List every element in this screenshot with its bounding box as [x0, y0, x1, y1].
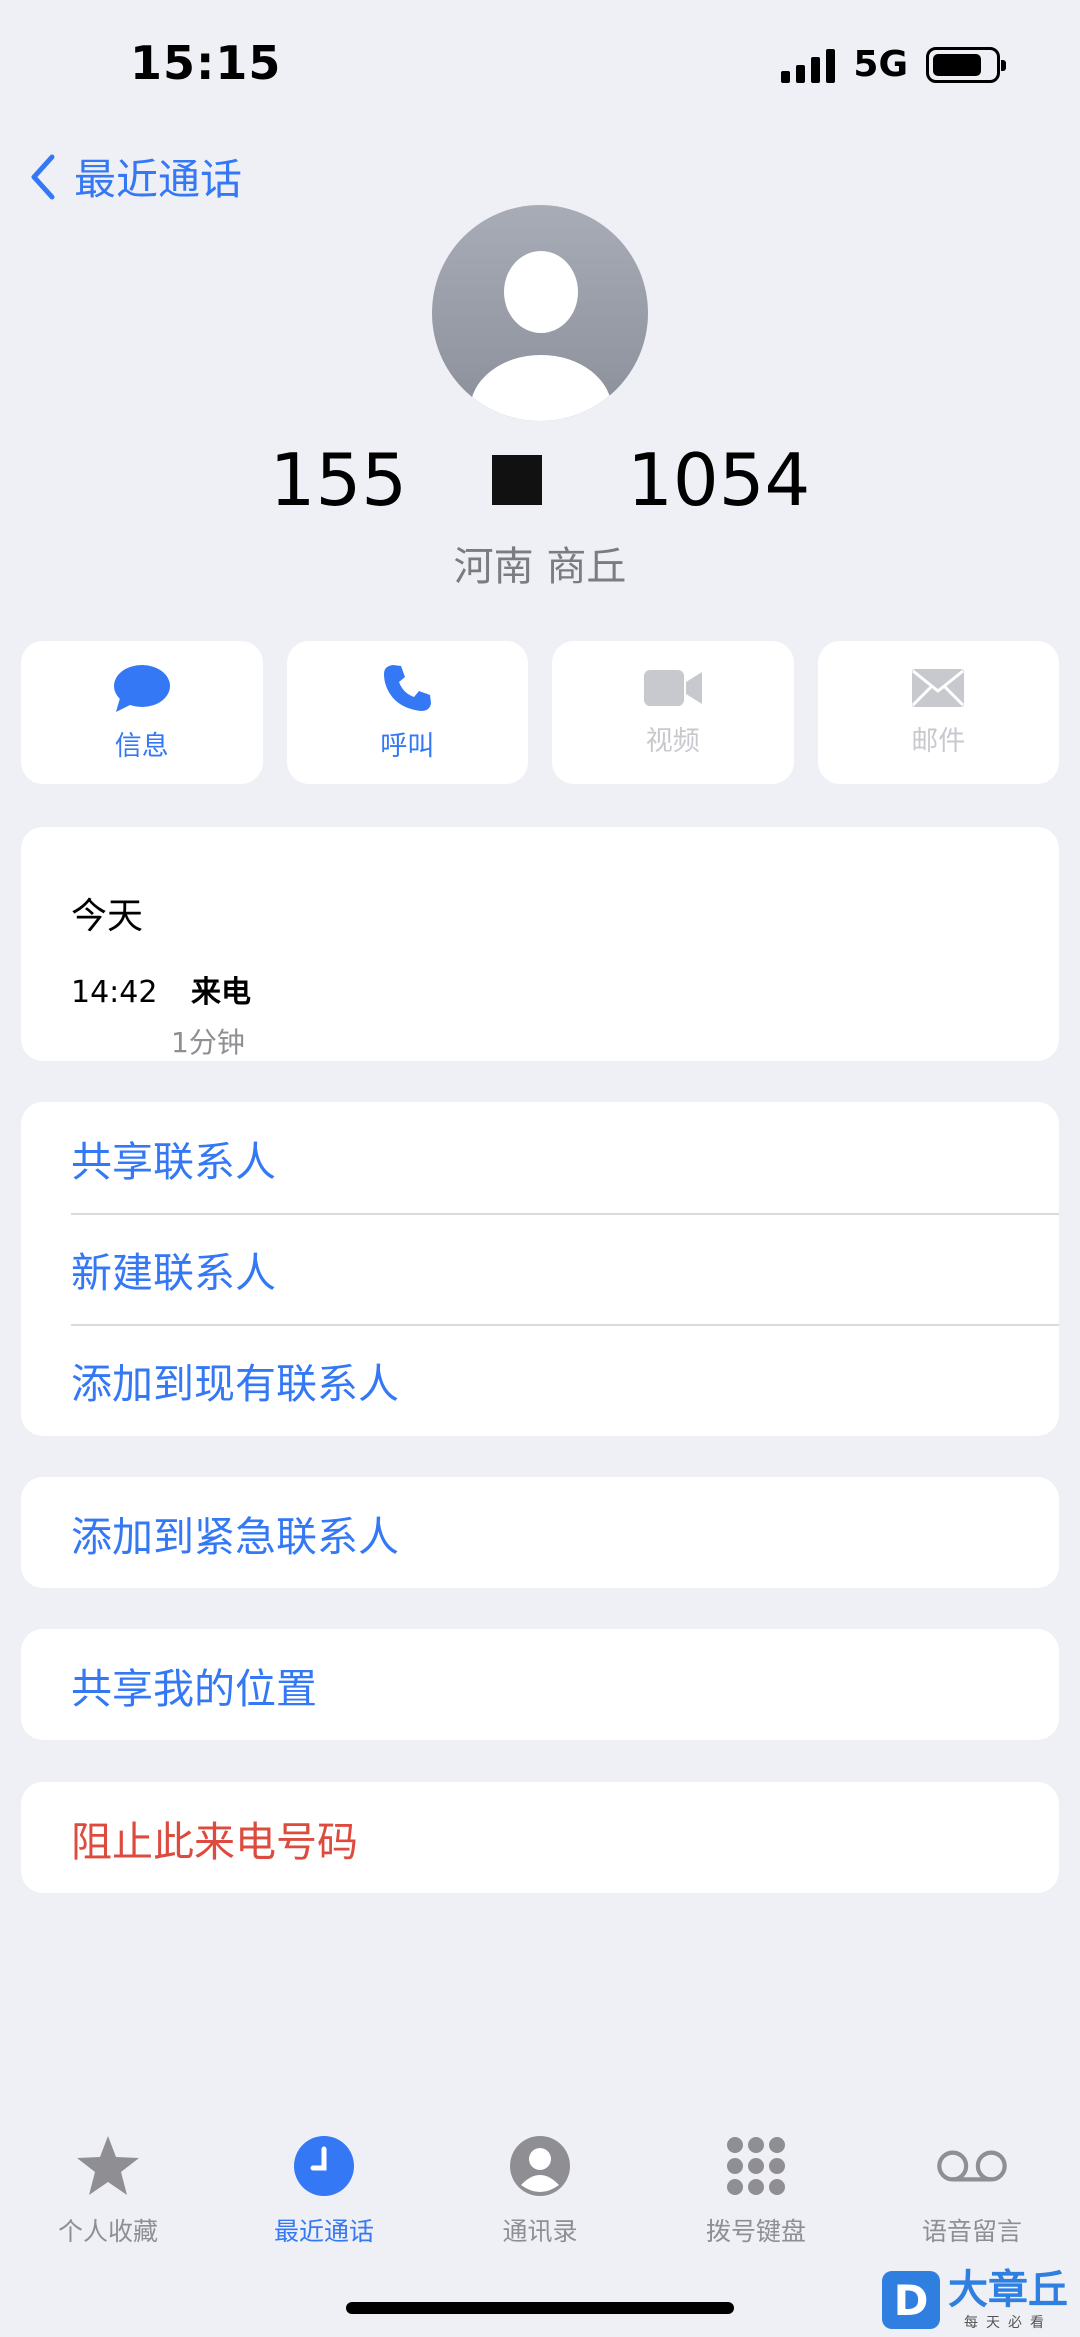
recent-day: 今天	[71, 896, 144, 937]
tab-keypad[interactable]: 拨号键盘	[656, 2130, 856, 2248]
tab-favorites[interactable]: 个人收藏	[8, 2130, 208, 2248]
add-to-existing-button[interactable]: 添加到现有联系人	[21, 1324, 1059, 1435]
recent-time: 14:42	[71, 975, 158, 1010]
avatar	[432, 205, 648, 421]
recent-call-card: 今天 14:42 来电 1分钟	[21, 827, 1059, 1061]
tab-recents[interactable]: 最近通话	[224, 2130, 424, 2248]
contact-options-card: 共享联系人 新建联系人 添加到现有联系人	[21, 1102, 1059, 1436]
keypad-icon	[727, 2137, 785, 2195]
tab-label: 通讯录	[502, 2217, 578, 2246]
voicemail-icon	[937, 2150, 1007, 2182]
status-indicators: 5G	[781, 44, 1006, 85]
signal-icon	[781, 47, 836, 83]
new-contact-button[interactable]: 新建联系人	[21, 1213, 1059, 1324]
tab-bar: 个人收藏 最近通话 通讯录 拨号键盘 语音留言	[0, 2130, 1080, 2248]
share-contact-button[interactable]: 共享联系人	[21, 1102, 1059, 1213]
watermark-name: 大章丘	[948, 2267, 1068, 2313]
block-caller-button[interactable]: 阻止此来电号码	[21, 1782, 1059, 1893]
network-type: 5G	[853, 44, 908, 85]
battery-icon	[926, 46, 1006, 83]
back-label: 最近通话	[74, 155, 243, 204]
message-icon	[113, 665, 170, 712]
mail-icon	[912, 669, 965, 707]
phone-number: 155 1054	[0, 438, 1080, 522]
tab-label: 拨号键盘	[705, 2217, 806, 2246]
video-icon	[643, 670, 702, 706]
action-row: 信息 呼叫 视频 邮件	[21, 641, 1059, 784]
mail-button[interactable]: 邮件	[817, 641, 1059, 784]
tab-label: 语音留言	[921, 2217, 1022, 2246]
mail-label: 邮件	[911, 726, 966, 757]
message-button[interactable]: 信息	[21, 641, 263, 784]
watermark-tagline: 每天必看	[964, 2315, 1052, 2331]
redacted-digits	[407, 455, 627, 505]
watermark: D 大章丘 每天必看	[882, 2268, 1068, 2332]
clock-icon	[294, 2136, 354, 2196]
watermark-logo: D	[882, 2271, 940, 2329]
call-label: 呼叫	[380, 731, 435, 762]
number-location: 河南 商丘	[453, 544, 627, 590]
add-emergency-contact-button[interactable]: 添加到紧急联系人	[21, 1477, 1059, 1588]
tab-voicemail[interactable]: 语音留言	[872, 2130, 1072, 2248]
call-button[interactable]: 呼叫	[286, 641, 528, 784]
video-label: 视频	[645, 726, 700, 757]
status-time: 15:15	[130, 36, 282, 90]
tab-label: 个人收藏	[57, 2217, 158, 2246]
phone-icon	[384, 665, 432, 711]
chevron-left-icon	[31, 154, 55, 199]
star-icon	[77, 2136, 139, 2195]
recent-type: 来电	[191, 975, 251, 1010]
tab-contacts[interactable]: 通讯录	[440, 2130, 640, 2248]
recent-call-row: 14:42 来电	[71, 967, 1059, 1011]
number-suffix: 1054	[627, 438, 811, 522]
tab-label: 最近通话	[273, 2217, 374, 2246]
back-button[interactable]: 最近通话	[30, 146, 242, 207]
home-indicator	[346, 2302, 734, 2314]
share-location-button[interactable]: 共享我的位置	[21, 1629, 1059, 1740]
recent-duration: 1分钟	[171, 1026, 245, 1059]
message-label: 信息	[114, 731, 169, 762]
person-circle-icon	[510, 2136, 570, 2196]
number-prefix: 155	[269, 438, 408, 522]
video-button[interactable]: 视频	[552, 641, 794, 784]
